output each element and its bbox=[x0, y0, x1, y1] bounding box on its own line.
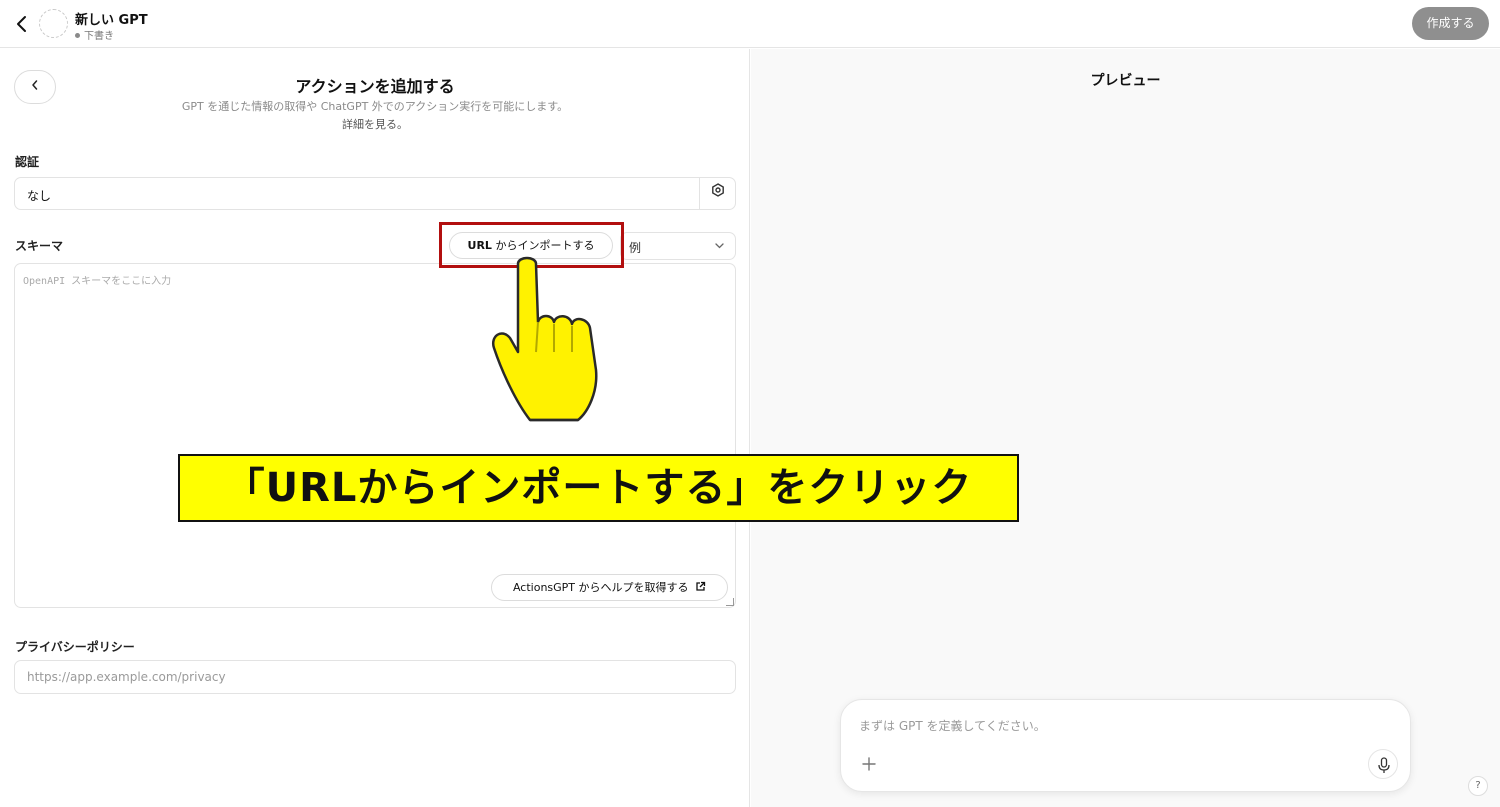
page-description: GPT を通じた情報の取得や ChatGPT 外でのアクション実行を可能にします… bbox=[181, 100, 569, 113]
resize-handle[interactable] bbox=[726, 598, 734, 606]
gpt-avatar-placeholder[interactable] bbox=[39, 9, 68, 38]
gpt-name: 新しい GPT bbox=[75, 13, 148, 28]
schema-placeholder: OpenAPI スキーマをここに入力 bbox=[23, 276, 172, 287]
learn-more-link[interactable]: 詳細を見る。 bbox=[0, 116, 750, 132]
top-bar: 新しい GPT 下書き 作成する bbox=[0, 0, 1500, 48]
back-icon[interactable] bbox=[12, 12, 32, 36]
configure-panel: アクションを追加する GPT を通じた情報の取得や ChatGPT 外でのアクシ… bbox=[0, 49, 750, 807]
example-label: 例 bbox=[629, 241, 642, 255]
actionsgpt-help-button[interactable]: ActionsGPT からヘルプを取得する bbox=[491, 574, 728, 601]
plus-icon[interactable] bbox=[855, 750, 883, 778]
chevron-down-icon bbox=[714, 237, 725, 258]
status-dot-icon bbox=[75, 33, 80, 38]
schema-label: スキーマ bbox=[15, 239, 64, 253]
microphone-icon[interactable] bbox=[1368, 749, 1398, 779]
preview-title: プレビュー bbox=[1090, 73, 1161, 89]
privacy-placeholder: https://app.example.com/privacy bbox=[27, 670, 226, 684]
external-link-icon bbox=[696, 581, 706, 591]
instruction-callout: 「URLからインポートする」をクリック bbox=[178, 454, 1019, 522]
privacy-label: プライバシーポリシー bbox=[15, 640, 135, 654]
gpt-status: 下書き bbox=[75, 27, 114, 42]
create-button[interactable]: 作成する bbox=[1412, 7, 1489, 40]
help-button-label: ActionsGPT からヘルプを取得する bbox=[512, 581, 689, 594]
auth-value: なし bbox=[27, 189, 52, 203]
chat-composer[interactable]: まずは GPT を定義してください。 bbox=[840, 699, 1411, 792]
help-button[interactable]: ? bbox=[1468, 776, 1488, 796]
auth-select[interactable]: なし bbox=[14, 177, 736, 210]
auth-label: 認証 bbox=[15, 155, 40, 169]
schema-textarea[interactable]: OpenAPI スキーマをここに入力 bbox=[14, 263, 736, 608]
chat-placeholder: まずは GPT を定義してください。 bbox=[859, 719, 1046, 733]
privacy-policy-input[interactable]: https://app.example.com/privacy bbox=[14, 660, 736, 694]
preview-panel: プレビュー まずは GPT を定義してください。 ? bbox=[751, 49, 1500, 807]
page-title: アクションを追加する bbox=[295, 77, 455, 96]
pointing-hand-icon bbox=[491, 256, 598, 422]
example-select[interactable]: 例 bbox=[620, 232, 736, 260]
gear-icon[interactable] bbox=[699, 178, 735, 209]
gpt-status-label: 下書き bbox=[84, 31, 114, 42]
